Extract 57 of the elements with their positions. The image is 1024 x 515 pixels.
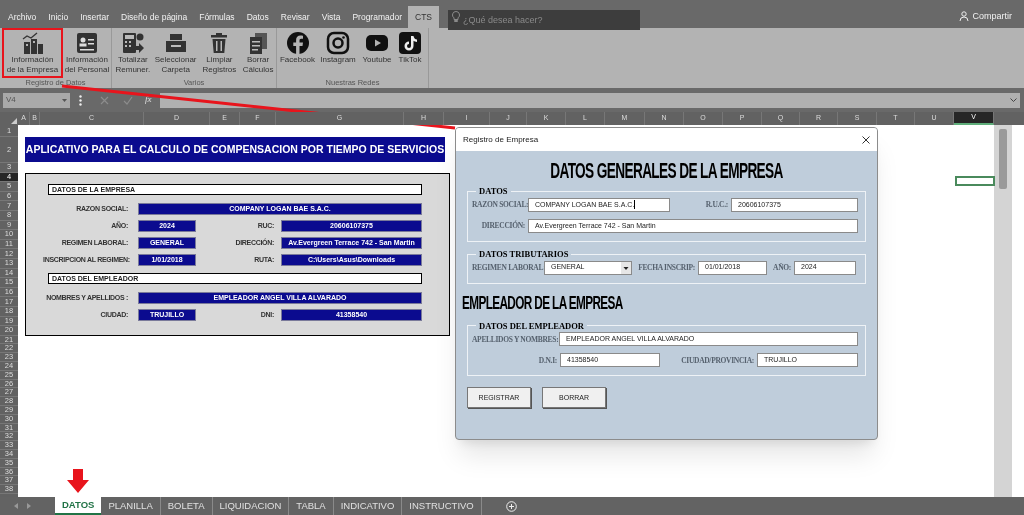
ribbon-button[interactable]: Seleccionar Carpeta	[152, 28, 199, 78]
search-field[interactable]: ¿Qué desea hacer?	[448, 10, 640, 30]
ribbon-button[interactable]: TikTok	[395, 28, 425, 78]
menu-tab[interactable]: Vista	[315, 6, 347, 28]
ribbon-button[interactable]: Limpiar Registros	[198, 28, 241, 78]
share-button[interactable]: Compartir	[959, 9, 1012, 23]
menu-tab[interactable]: Programador	[346, 6, 408, 28]
sheet-tab[interactable]: BOLETA	[160, 497, 213, 515]
title-banner: APLICATIVO PARA EL CALCULO DE COMPENSACION POR TIEMPO DE SERVICIOS	[25, 137, 445, 162]
menu-tab[interactable]: Revisar	[274, 6, 316, 28]
tray-icon	[163, 31, 188, 55]
section-heading: EMPLEADOR DE LA EMPRESA	[462, 291, 624, 314]
menu-tab[interactable]: Archivo	[2, 6, 43, 28]
sheet-tab[interactable]: LIQUIDACION	[212, 497, 290, 515]
menu-tab[interactable]: Datos	[240, 6, 275, 28]
formula-field[interactable]	[159, 92, 1020, 108]
menu-tab[interactable]: Diseño de página	[115, 6, 194, 28]
name-box[interactable]: V4	[3, 92, 70, 108]
menu-tab[interactable]: Fórmulas	[193, 6, 241, 28]
ribbon-button[interactable]: Información de la Empresa	[2, 28, 63, 78]
sheet-tab[interactable]: INSTRUCTIVO	[402, 497, 482, 515]
music-note-icon	[398, 31, 422, 55]
dialog-title: Registro de Empresa	[463, 133, 539, 146]
ribbon-button[interactable]: Youtube	[359, 28, 395, 78]
previous-sheet-icon[interactable]	[14, 503, 18, 509]
selected-cell	[955, 176, 995, 186]
ribbon-button[interactable]: Totalizar Remuner.	[113, 28, 153, 78]
insert-function-button[interactable]: fx	[145, 93, 152, 107]
camera-icon	[326, 31, 350, 55]
chevron-down-icon[interactable]	[1010, 98, 1017, 102]
vertical-scrollbar[interactable]	[994, 125, 1012, 497]
person-icon	[959, 11, 970, 22]
menu-tab[interactable]: CTS	[408, 6, 439, 28]
calculator-icon	[120, 31, 145, 55]
frame-legend: DATOS	[476, 185, 511, 198]
more-icon[interactable]	[79, 94, 82, 106]
id-card-icon	[75, 31, 99, 55]
next-sheet-icon[interactable]	[27, 503, 31, 509]
ribbon-button[interactable]: Facebook	[278, 28, 317, 78]
ribbon-button[interactable]: Información del Personal	[63, 28, 111, 78]
menu-tab[interactable]: Insertar	[74, 6, 115, 28]
sheet-tab[interactable]: PLANILLA	[101, 497, 161, 515]
sheet-tab[interactable]: INDICATIVO	[333, 497, 403, 515]
ribbon-button[interactable]: Borrar Cálculos	[240, 28, 276, 78]
caret-icon	[62, 98, 67, 102]
close-icon[interactable]	[862, 135, 870, 144]
buildings-icon	[20, 31, 45, 55]
ribbon-button[interactable]: Instagram	[317, 28, 359, 78]
check-icon[interactable]	[123, 95, 133, 105]
lightbulb-icon	[452, 11, 460, 22]
frame-legend: DATOS DEL EMPLEADOR	[476, 319, 587, 333]
sheet-tab[interactable]: TABLA	[289, 497, 334, 515]
menu-tab[interactable]: Inicio	[42, 6, 75, 28]
add-sheet-icon[interactable]	[505, 500, 517, 512]
frame-legend: DATOS TRIBUTARIOS	[476, 247, 572, 261]
circle-logo-icon	[285, 31, 310, 55]
dialog-heading: DATOS GENERALES DE LA EMPRESA	[549, 159, 784, 183]
